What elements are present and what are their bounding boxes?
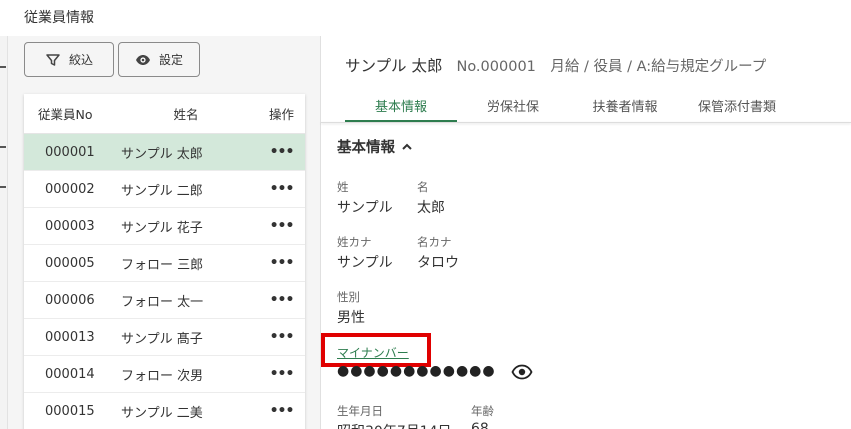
table-header: 従業員No 姓名 操作 [24,94,305,134]
employee-name: サンプル 太郎 [121,146,203,162]
section-toggle[interactable]: 基本情報 [337,136,413,157]
tab-basic-info[interactable]: 基本情報 [345,94,457,122]
mynumber-masked-value: ●●●●●●●●●●●● [337,363,496,379]
employee-name: サンプル 二美 [121,405,203,421]
table-row[interactable]: 000013 サンプル 髙子 ••• [24,319,305,356]
employee-no: 000003 [45,218,95,234]
header-name: 姓名 [173,107,199,122]
mynumber-link[interactable]: マイナンバー [337,344,409,361]
employee-no: 000006 [45,292,95,308]
employee-no: 000013 [45,329,95,345]
gender-label: 性別 [337,290,360,304]
table-row[interactable]: 000002 サンプル 二郎 ••• [24,171,305,208]
tab-labor-social-insurance[interactable]: 労保社保 [457,94,569,122]
eye-icon[interactable] [511,361,533,383]
employee-name-title: サンプル 太郎 [345,57,443,75]
birthdate-value: 昭和30年7月14日 [337,421,452,429]
first-kana-value: タロウ [417,255,459,271]
employee-name: サンプル 二郎 [121,183,203,199]
row-menu-button[interactable]: ••• [258,403,305,419]
age-label: 年齢 [471,404,494,418]
settings-button[interactable]: 設定 [118,42,200,77]
table-row[interactable]: 000015 サンプル 二美 ••• [24,393,305,429]
last-name-label: 姓 [337,180,349,194]
top-bar: 従業員情報 [0,0,851,36]
gender-value: 男性 [337,310,365,326]
last-kana-label: 姓カナ [337,235,372,249]
employee-no: 000014 [45,366,95,382]
detail-tabs: 基本情報 労保社保 扶養者情報 保管添付書類 [345,94,825,122]
row-menu-button[interactable]: ••• [258,292,305,308]
row-menu-button[interactable]: ••• [258,329,305,345]
employee-no: 000001 [45,144,95,160]
table-row[interactable]: 000014 フォロー 次男 ••• [24,356,305,393]
employee-name: フォロー 三郎 [121,257,204,273]
filter-button[interactable]: 絞込 [24,42,114,77]
chevron-up-icon [402,143,412,150]
tab-divider [321,122,851,123]
employee-no: 000002 [45,181,95,197]
employee-subtitle: No.000001 月給 / 役員 / A:給与規定グループ [456,59,767,75]
employee-detail-pane: サンプル 太郎 No.000001 月給 / 役員 / A:給与規定グループ 基本… [321,36,851,429]
employee-header: サンプル 太郎 No.000001 月給 / 役員 / A:給与規定グループ [345,54,766,76]
age-value: 68 [471,421,489,429]
edge-mark [0,66,6,68]
row-menu-button[interactable]: ••• [258,255,305,271]
row-menu-button[interactable]: ••• [258,366,305,382]
row-menu-button[interactable]: ••• [258,181,305,197]
eye-icon [135,54,150,65]
first-kana-label: 名カナ [417,235,452,249]
edge-mark [0,146,6,148]
filter-icon [46,53,60,66]
app-title: 従業員情報 [24,10,94,26]
filter-button-label: 絞込 [68,53,93,67]
row-menu-button[interactable]: ••• [258,144,305,160]
employee-name: サンプル 花子 [121,220,203,236]
employee-name: フォロー 太一 [121,294,204,310]
last-name-value: サンプル [337,200,393,216]
tab-dependents[interactable]: 扶養者情報 [569,94,681,122]
table-row[interactable]: 000005 フォロー 三郎 ••• [24,245,305,282]
birthdate-label: 生年月日 [337,404,383,418]
header-employee-no: 従業員No [38,107,93,122]
employee-no: 000015 [45,403,95,419]
table-row[interactable]: 000001 サンプル 太郎 ••• [24,134,305,171]
employee-table: 従業員No 姓名 操作 000001 サンプル 太郎 ••• 000002 サン… [24,94,305,429]
first-name-value: 太郎 [417,200,445,216]
row-menu-button[interactable]: ••• [258,218,305,234]
edge-mark [0,186,6,188]
last-kana-value: サンプル [337,255,393,271]
employee-name: サンプル 髙子 [121,331,203,347]
header-ops: 操作 [268,107,294,122]
tab-attached-documents[interactable]: 保管添付書類 [681,94,793,122]
employee-name: フォロー 次男 [121,368,204,384]
employee-no: 000005 [45,255,95,271]
section-title: 基本情報 [337,140,395,156]
employee-list-pane: 絞込 設定 従業員No 姓名 操作 000001 サンプル 太郎 ••• 000… [8,36,321,429]
table-row[interactable]: 000006 フォロー 太一 ••• [24,282,305,319]
left-edge-strip [0,36,8,429]
table-row[interactable]: 000003 サンプル 花子 ••• [24,208,305,245]
settings-button-label: 設定 [158,53,183,67]
first-name-label: 名 [417,180,429,194]
